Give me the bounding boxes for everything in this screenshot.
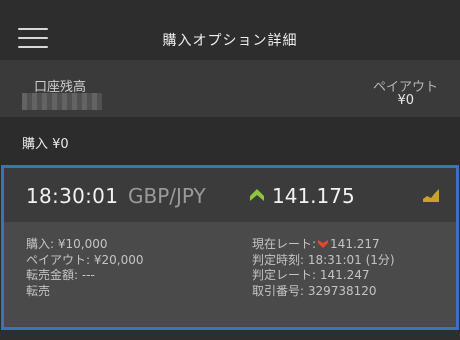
judgement-rate: 判定レート: 141.247 — [252, 268, 370, 282]
details-left: 購入: ¥10,000 ペイアウト: ¥20,000 転売金額: --- 転売 — [26, 237, 143, 299]
balance-value-obscured — [22, 93, 102, 110]
bottom-strip — [0, 330, 460, 340]
chart-icon[interactable] — [422, 187, 440, 203]
arrow-down-icon — [318, 239, 329, 248]
option-card[interactable]: 18:30:01 GBP/JPY 141.175 購入: ¥10,000 ペイア… — [1, 165, 459, 330]
currency-pair: GBP/JPY — [128, 184, 206, 208]
option-card-header: 18:30:01 GBP/JPY 141.175 — [4, 168, 456, 222]
current-rate: 現在レート: 141.217 — [252, 237, 395, 253]
judgement-time: 判定時刻: 18:31:01 (1分) — [252, 252, 395, 267]
resale-label: 転売 — [26, 283, 51, 298]
target-price: 141.175 — [272, 184, 355, 208]
details-right: 現在レート: 141.217 判定時刻: 18:31:01 (1分) 判定レート:… — [252, 237, 395, 299]
purchase-total-row: 購入 ¥0 — [0, 117, 460, 165]
resale-amount: 転売金額: --- — [26, 268, 95, 282]
option-details: 購入: ¥10,000 ペイアウト: ¥20,000 転売金額: --- 転売 … — [4, 222, 456, 327]
account-summary: 口座残高 ペイアウト ¥0 — [0, 60, 460, 117]
current-rate-label: 現在レート: — [252, 237, 317, 251]
trade-number: 取引番号: 329738120 — [252, 283, 377, 298]
purchase-total: 購入 ¥0 — [22, 137, 69, 152]
payout-amount: ペイアウト: ¥20,000 — [26, 252, 144, 267]
payout-value: ¥0 — [397, 93, 414, 108]
arrow-up-icon — [250, 189, 264, 201]
option-time: 18:30:01 — [26, 184, 119, 208]
current-rate-value: 141.217 — [330, 237, 380, 251]
page-title: 購入オプション詳細 — [162, 33, 298, 49]
purchase-amount: 購入: ¥10,000 — [26, 237, 108, 251]
